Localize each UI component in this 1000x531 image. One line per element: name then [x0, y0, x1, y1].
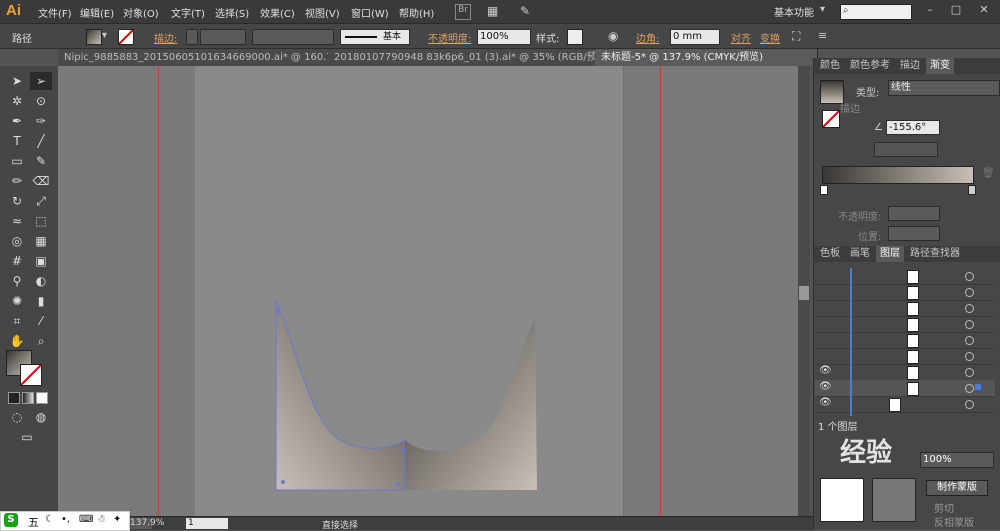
gradient-stop-start[interactable]: [820, 185, 828, 195]
eye-icon[interactable]: 👁: [819, 365, 832, 376]
delete-stop-icon[interactable]: 🗑: [982, 168, 995, 179]
layer-row[interactable]: 👁: [815, 396, 995, 413]
shape-right-horn[interactable]: [405, 318, 537, 490]
layer-thumbnail: [907, 366, 919, 380]
wrench-icon[interactable]: ✦: [113, 514, 121, 525]
gradient-position-label: 位置:: [858, 232, 882, 243]
target-icon[interactable]: [965, 352, 974, 361]
layer-thumbnail: [907, 270, 919, 284]
layer-row-selected[interactable]: 👁: [815, 380, 995, 397]
gradient-panel-tabs: 颜色 颜色参考 描边 渐变: [814, 58, 1000, 74]
tab-layers[interactable]: 图层: [876, 246, 904, 262]
gradient-opacity-field[interactable]: [888, 206, 940, 221]
layer-thumbnail: [907, 350, 919, 364]
target-icon[interactable]: [965, 368, 974, 377]
opacity-mask-slot[interactable]: [872, 478, 916, 522]
invert-mask-checkbox[interactable]: 反相蒙版: [934, 514, 974, 529]
gradient-type-select[interactable]: 线性: [888, 80, 1000, 96]
gradient-opacity-label: 不透明度:: [838, 212, 882, 223]
layers-panel-tabs: 色板 画笔 图层 路径查找器: [814, 246, 1000, 262]
zoom-field[interactable]: 137.9%: [130, 518, 164, 529]
eye-icon[interactable]: 👁: [819, 381, 832, 392]
punctuation-icon[interactable]: •,: [61, 514, 70, 525]
layer-row[interactable]: [815, 316, 995, 333]
ime-logo-icon[interactable]: S: [4, 513, 18, 527]
gradient-stroke-swatch[interactable]: [822, 110, 840, 128]
skin-icon[interactable]: ☃: [97, 514, 106, 525]
layer-row[interactable]: [815, 300, 995, 317]
tab-stroke[interactable]: 描边: [896, 58, 924, 74]
target-icon[interactable]: [965, 400, 974, 409]
keyboard-icon[interactable]: ⌨: [79, 514, 93, 525]
layer-thumbnail: [907, 382, 919, 396]
layer-count-label: 1 个图层: [818, 422, 858, 433]
mask-thumbnail[interactable]: [820, 478, 864, 522]
layer-row[interactable]: 👁: [815, 364, 995, 381]
aspect-ratio-field[interactable]: [874, 142, 938, 157]
moon-icon[interactable]: ☾: [45, 514, 54, 525]
tab-brushes[interactable]: 画笔: [846, 246, 874, 262]
scroll-thumb[interactable]: [799, 286, 809, 300]
anchor-point[interactable]: [281, 480, 285, 484]
layer-thumbnail: [907, 286, 919, 300]
tab-pathfinder[interactable]: 路径查找器: [906, 246, 964, 262]
layer-row[interactable]: [815, 348, 995, 365]
clip-checkbox[interactable]: 剪切: [934, 500, 954, 515]
target-icon[interactable]: [965, 304, 974, 313]
tab-swatches[interactable]: 色板: [816, 246, 844, 262]
ime-toolbar: S 五 ☾ •, ⌨ ☃ ✦: [0, 511, 130, 531]
current-tool-label: 直接选择: [322, 521, 359, 531]
layer-row[interactable]: [815, 284, 995, 301]
layer-color-bar: [850, 268, 852, 416]
layer-thumbnail: [907, 302, 919, 316]
vertical-scrollbar[interactable]: [798, 66, 810, 516]
target-icon[interactable]: [965, 336, 974, 345]
target-icon[interactable]: [965, 384, 974, 393]
eye-icon[interactable]: 👁: [819, 397, 832, 408]
gradient-position-field[interactable]: [888, 226, 940, 241]
angle-field[interactable]: -155.6°: [886, 120, 940, 135]
make-mask-button[interactable]: 制作蒙版: [926, 480, 988, 496]
tab-gradient[interactable]: 渐变: [926, 58, 954, 74]
gradient-type-label: 类型:: [856, 88, 880, 99]
gradient-stroke-label: 描边: [840, 104, 860, 115]
layer-row[interactable]: [815, 332, 995, 349]
gradient-stop-end[interactable]: [968, 185, 976, 195]
target-icon[interactable]: [965, 320, 974, 329]
anchor-point[interactable]: [396, 482, 400, 486]
gradient-slider[interactable]: [822, 166, 974, 184]
watermark: 经验: [840, 438, 893, 468]
ime-mode-label[interactable]: 五: [28, 514, 39, 530]
page-field[interactable]: 1: [186, 518, 228, 529]
tab-color[interactable]: 颜色: [816, 58, 844, 74]
layer-thumbnail: [907, 334, 919, 348]
tab-color-guide[interactable]: 颜色参考: [846, 58, 894, 74]
anchor-point[interactable]: [401, 448, 405, 452]
angle-icon: ∠: [874, 122, 883, 133]
layer-row[interactable]: [815, 268, 995, 285]
shape-left-horn[interactable]: [275, 299, 406, 491]
anchor-point[interactable]: [276, 309, 280, 313]
selection-indicator: [975, 384, 981, 390]
layer-thumbnail: [889, 398, 901, 412]
transparency-opacity-field[interactable]: 100%: [920, 452, 994, 468]
layer-thumbnail: [907, 318, 919, 332]
target-icon[interactable]: [965, 272, 974, 281]
target-icon[interactable]: [965, 288, 974, 297]
